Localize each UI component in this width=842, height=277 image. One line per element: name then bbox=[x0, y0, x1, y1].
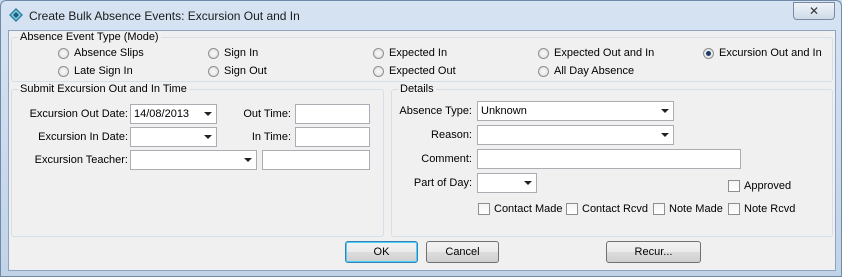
radio-label: Sign In bbox=[224, 47, 259, 59]
in-date-label: Excursion In Date: bbox=[38, 131, 128, 143]
radio-label: Expected Out and In bbox=[554, 47, 655, 59]
radio-all-day-absence[interactable]: All Day Absence bbox=[538, 64, 634, 78]
teacher-select[interactable] bbox=[130, 150, 257, 170]
radio-indicator-selected[interactable] bbox=[703, 47, 714, 59]
radio-label: Sign Out bbox=[224, 65, 267, 77]
dialog-window: Create Bulk Absence Events: Excursion Ou… bbox=[0, 0, 842, 277]
dropdown-arrow-icon[interactable] bbox=[661, 109, 669, 113]
note-rcvd-checkbox[interactable]: Note Rcvd bbox=[728, 202, 795, 216]
checkbox-box[interactable] bbox=[566, 203, 578, 215]
radio-label: Expected Out bbox=[389, 65, 456, 77]
mode-group-title: Absence Event Type (Mode) bbox=[18, 31, 161, 43]
checkbox-label: Contact Made bbox=[494, 203, 563, 215]
radio-absence-slips[interactable]: Absence Slips bbox=[58, 46, 144, 60]
dropdown-arrow-icon[interactable] bbox=[524, 181, 532, 185]
absence-type-label: Absence Type: bbox=[399, 105, 472, 117]
window-title: Create Bulk Absence Events: Excursion Ou… bbox=[29, 9, 300, 23]
radio-indicator[interactable] bbox=[373, 47, 384, 59]
dialog-body: Absence Event Type (Mode) Absence Slips … bbox=[8, 30, 836, 271]
comment-label: Comment: bbox=[421, 153, 472, 165]
radio-indicator[interactable] bbox=[373, 65, 384, 77]
radio-label: All Day Absence bbox=[554, 65, 635, 77]
teacher-extra-field[interactable] bbox=[262, 150, 370, 170]
details-group: Details Absence Type: Unknown Reason: Co… bbox=[391, 83, 833, 237]
radio-label: Absence Slips bbox=[74, 47, 144, 59]
approved-checkbox[interactable]: Approved bbox=[728, 179, 791, 193]
radio-expected-in[interactable]: Expected In bbox=[373, 46, 447, 60]
comment-field[interactable] bbox=[477, 149, 741, 169]
details-group-title: Details bbox=[398, 83, 436, 95]
radio-indicator[interactable] bbox=[538, 47, 549, 59]
radio-label: Excursion Out and In bbox=[719, 47, 822, 59]
submit-group-title: Submit Excursion Out and In Time bbox=[18, 83, 189, 95]
radio-indicator[interactable] bbox=[58, 47, 69, 59]
checkbox-box[interactable] bbox=[653, 203, 665, 215]
dropdown-arrow-icon[interactable] bbox=[661, 133, 669, 137]
submit-times-group: Submit Excursion Out and In Time Excursi… bbox=[11, 83, 384, 237]
radio-indicator[interactable] bbox=[208, 65, 219, 77]
checkbox-label: Contact Rcvd bbox=[582, 203, 649, 215]
contact-made-checkbox[interactable]: Contact Made bbox=[478, 202, 562, 216]
out-date-label: Excursion Out Date: bbox=[29, 108, 128, 120]
radio-late-sign-in[interactable]: Late Sign In bbox=[58, 64, 133, 78]
radio-indicator[interactable] bbox=[58, 65, 69, 77]
app-icon bbox=[9, 8, 23, 22]
in-time-field[interactable] bbox=[295, 127, 370, 147]
radio-expected-out-and-in[interactable]: Expected Out and In bbox=[538, 46, 654, 60]
checkbox-box[interactable] bbox=[728, 180, 740, 192]
ok-button[interactable]: OK bbox=[345, 241, 418, 263]
dropdown-arrow-icon[interactable] bbox=[204, 112, 212, 116]
dropdown-arrow-icon[interactable] bbox=[244, 158, 252, 162]
out-time-label: Out Time: bbox=[243, 108, 291, 120]
radio-excursion-out-and-in[interactable]: Excursion Out and In bbox=[703, 46, 822, 60]
out-date-picker[interactable]: 14/08/2013 bbox=[130, 104, 217, 124]
mode-group: Absence Event Type (Mode) Absence Slips … bbox=[11, 31, 833, 82]
out-date-value: 14/08/2013 bbox=[134, 108, 190, 120]
reason-label: Reason: bbox=[431, 129, 472, 141]
absence-type-select[interactable]: Unknown bbox=[477, 101, 674, 121]
contact-rcvd-checkbox[interactable]: Contact Rcvd bbox=[566, 202, 648, 216]
radio-expected-out[interactable]: Expected Out bbox=[373, 64, 456, 78]
close-icon: ✕ bbox=[808, 4, 820, 18]
in-date-picker[interactable] bbox=[130, 127, 217, 147]
radio-sign-in[interactable]: Sign In bbox=[208, 46, 258, 60]
radio-indicator[interactable] bbox=[208, 47, 219, 59]
radio-label: Expected In bbox=[389, 47, 448, 59]
checkbox-label: Note Made bbox=[669, 203, 723, 215]
absence-type-value: Unknown bbox=[481, 105, 527, 117]
radio-sign-out[interactable]: Sign Out bbox=[208, 64, 267, 78]
in-time-label: In Time: bbox=[251, 131, 291, 143]
teacher-label: Excursion Teacher: bbox=[34, 154, 128, 166]
part-of-day-select[interactable] bbox=[477, 173, 537, 193]
checkbox-box[interactable] bbox=[478, 203, 490, 215]
out-time-field[interactable] bbox=[295, 104, 370, 124]
dropdown-arrow-icon[interactable] bbox=[204, 135, 212, 139]
part-of-day-label: Part of Day: bbox=[413, 177, 472, 189]
title-bar[interactable]: Create Bulk Absence Events: Excursion Ou… bbox=[1, 1, 841, 31]
checkbox-label: Note Rcvd bbox=[744, 203, 796, 215]
cancel-button[interactable]: Cancel bbox=[426, 241, 499, 263]
reason-select[interactable] bbox=[477, 125, 674, 145]
radio-label: Late Sign In bbox=[74, 65, 133, 77]
checkbox-label: Approved bbox=[744, 180, 792, 192]
recur-button[interactable]: Recur... bbox=[606, 241, 701, 263]
close-button[interactable]: ✕ bbox=[793, 2, 835, 20]
note-made-checkbox[interactable]: Note Made bbox=[653, 202, 723, 216]
radio-indicator[interactable] bbox=[538, 65, 549, 77]
checkbox-box[interactable] bbox=[728, 203, 740, 215]
